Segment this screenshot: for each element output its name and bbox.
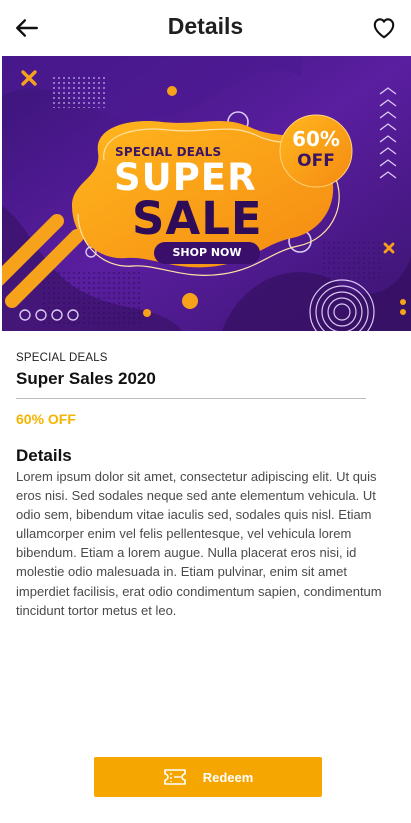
badge-percent: 60% [292, 127, 340, 151]
promo-banner[interactable]: SPECIAL DEALS SUPER SALE SHOP NOW 60% OF… [2, 56, 411, 331]
page-title: Details [167, 13, 244, 39]
deal-category: SPECIAL DEALS [16, 352, 108, 364]
details-heading: Details [16, 446, 72, 465]
redeem-button[interactable]: Redeem [94, 757, 322, 797]
deal-discount: 60% OFF [16, 411, 76, 427]
shop-now-button[interactable]: SHOP NOW [154, 242, 260, 264]
details-text: Lorem ipsum dolor sit amet, consectetur … [16, 469, 382, 618]
redeem-label: Redeem [202, 769, 254, 785]
banner-headline-sale: SALE [132, 192, 263, 245]
app-header: Details [0, 0, 411, 56]
badge-off: OFF [297, 151, 335, 171]
divider [16, 398, 366, 399]
ticket-icon [163, 769, 186, 785]
heart-outline-icon[interactable] [371, 15, 397, 41]
deal-name: Super Sales 2020 [16, 369, 156, 388]
deal-info: SPECIAL DEALS Super Sales 2020 60% OFF D… [16, 352, 396, 620]
